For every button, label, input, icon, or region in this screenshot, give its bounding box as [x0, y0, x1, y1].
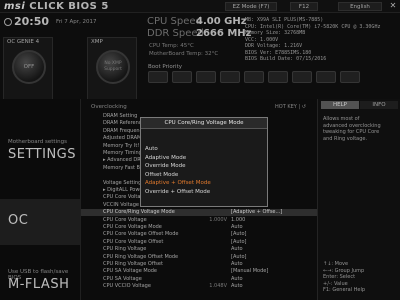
dialog-option[interactable]: Adaptive Mode	[145, 155, 263, 162]
dialog-title: CPU Core/Ring Voltage Mode	[141, 118, 267, 129]
dialog-option[interactable]: Adaptive + Offset Mode	[145, 180, 263, 187]
dialog-option[interactable]: Override + Offset Mode	[145, 189, 263, 196]
dialog-option[interactable]: Auto	[145, 146, 263, 153]
dialog-option[interactable]: Offset Mode	[145, 172, 263, 179]
voltage-mode-dialog: CPU Core/Ring Voltage Mode Auto Adaptive …	[140, 117, 268, 207]
dialog-option[interactable]: Override Mode	[145, 163, 263, 170]
